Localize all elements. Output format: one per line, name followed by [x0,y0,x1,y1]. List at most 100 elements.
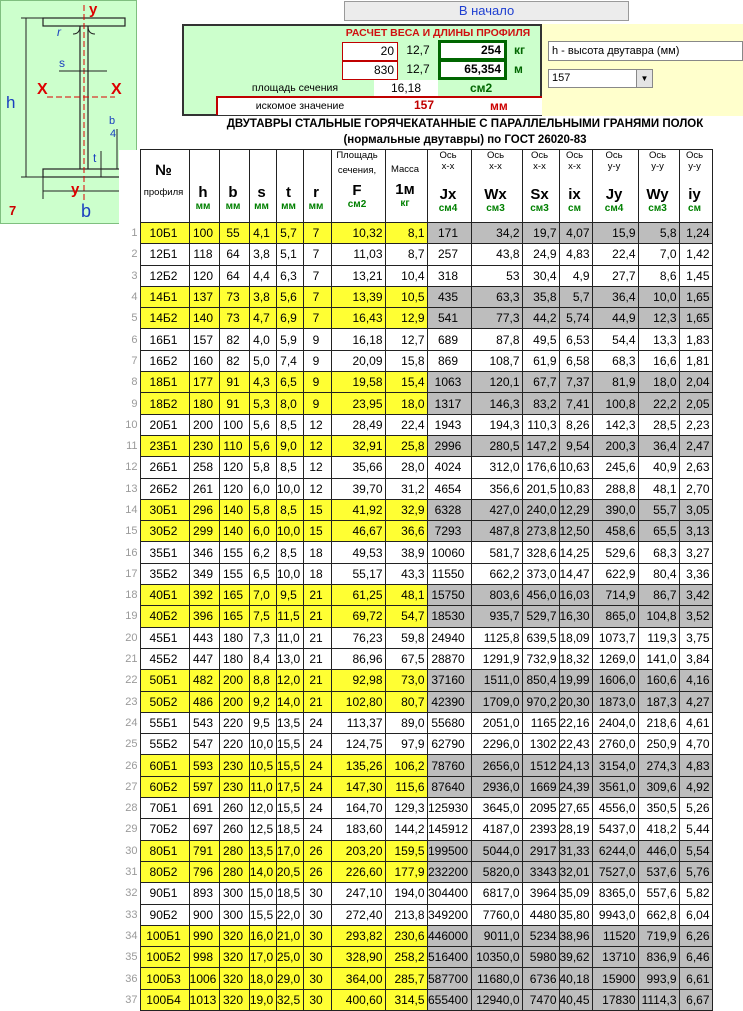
cell-jx[interactable]: 4024 [426,456,472,479]
cell-t[interactable]: 15,5 [275,754,304,777]
cell-h[interactable]: 160 [188,349,220,373]
cell-wy[interactable]: 86,7 [637,584,680,607]
cell-f[interactable]: 16,18 [330,328,386,351]
cell-s[interactable]: 4,0 [248,328,277,351]
cell-m[interactable]: 36,6 [384,520,428,543]
cell-jy[interactable]: 7527,0 [591,860,639,884]
cell-jy[interactable]: 22,4 [591,243,639,266]
cell-wx[interactable]: 87,8 [470,328,523,351]
cell-s[interactable]: 4,4 [248,264,277,287]
cell-jx[interactable]: 655400 [426,988,472,1011]
cell-f[interactable]: 49,53 [330,541,386,564]
cell-b[interactable]: 100 [218,413,250,436]
cell-ix[interactable]: 8,26 [558,413,593,436]
cell-b[interactable]: 280 [218,860,250,884]
cell-f[interactable]: 13,21 [330,264,386,287]
cell-jx[interactable]: 232200 [426,860,472,884]
cell-sx[interactable]: 147,2 [521,434,560,458]
table-row[interactable]: 28 70Б1 691 260 12,0 15,5 24 164,70 129,3 125930 3… [119,797,713,820]
cell-s[interactable]: 17,0 [248,946,277,969]
cell-b[interactable]: 64 [218,264,250,287]
cell-jx[interactable]: 6328 [426,498,472,522]
cell-jy[interactable]: 1073,7 [591,626,639,649]
cell-s[interactable]: 7,5 [248,605,277,628]
cell-wy[interactable]: 36,4 [637,434,680,458]
cell-ix[interactable]: 19,99 [558,669,593,692]
cell-iy[interactable]: 6,46 [678,946,713,969]
cell-jx[interactable]: 18530 [426,605,472,628]
cell-name[interactable]: 26Б1 [139,456,190,479]
cell-s[interactable]: 12,0 [248,797,277,820]
cell-t[interactable]: 12,0 [275,669,304,692]
cell-h[interactable]: 543 [188,711,220,735]
cell-s[interactable]: 6,0 [248,477,277,500]
cell-h[interactable]: 893 [188,882,220,905]
cell-jx[interactable]: 55680 [426,711,472,735]
cell-wy[interactable]: 836,9 [637,946,680,969]
cell-r[interactable]: 30 [302,946,332,969]
cell-name[interactable]: 60Б2 [139,775,190,799]
cell-jy[interactable]: 390,0 [591,498,639,522]
cell-m[interactable]: 32,9 [384,498,428,522]
cell-wy[interactable]: 18,0 [637,371,680,394]
cell-b[interactable]: 320 [218,924,250,948]
cell-m[interactable]: 314,5 [384,988,428,1011]
cell-iy[interactable]: 3,42 [678,584,713,607]
cell-name[interactable]: 35Б2 [139,562,190,586]
cell-b[interactable]: 180 [218,626,250,649]
cell-jx[interactable]: 541 [426,307,472,330]
cell-wx[interactable]: 9011,0 [470,924,523,948]
cell-t[interactable]: 18,5 [275,882,304,905]
cell-sx[interactable]: 176,6 [521,456,560,479]
cell-h[interactable]: 137 [188,285,220,309]
cell-jy[interactable]: 5437,0 [591,818,639,841]
cell-ix[interactable]: 35,09 [558,882,593,905]
cell-jx[interactable]: 1943 [426,413,472,436]
cell-jx[interactable]: 689 [426,328,472,351]
cell-m[interactable]: 177,9 [384,860,428,884]
cell-wy[interactable]: 7,0 [637,243,680,266]
cell-name[interactable]: 90Б1 [139,882,190,905]
cell-ix[interactable]: 40,18 [558,967,593,990]
cell-b[interactable]: 220 [218,711,250,735]
cell-wx[interactable]: 803,6 [470,584,523,607]
cell-r[interactable]: 30 [302,924,332,948]
cell-name[interactable]: 18Б2 [139,392,190,415]
table-row[interactable]: 2 12Б1 118 64 3,8 5,1 7 11,03 8,7 257 43,8 24,9 4,83… [119,243,713,266]
cell-sx[interactable]: 44,2 [521,307,560,330]
cell-b[interactable]: 165 [218,605,250,628]
cell-jx[interactable]: 11550 [426,562,472,586]
cell-h[interactable]: 258 [188,456,220,479]
cell-jy[interactable]: 2404,0 [591,711,639,735]
cell-wy[interactable]: 446,0 [637,839,680,862]
cell-m[interactable]: 15,4 [384,371,428,394]
cell-iy[interactable]: 1,65 [678,307,713,330]
cell-m[interactable]: 258,2 [384,946,428,969]
cell-f[interactable]: 135,26 [330,754,386,777]
cell-m[interactable]: 89,0 [384,711,428,735]
cell-name[interactable]: 12Б1 [139,243,190,266]
cell-wy[interactable]: 68,3 [637,541,680,564]
cell-h[interactable]: 447 [188,647,220,671]
cell-h[interactable]: 200 [188,413,220,436]
cell-ix[interactable]: 32,01 [558,860,593,884]
cell-r[interactable]: 7 [302,307,332,330]
cell-t[interactable]: 17,0 [275,839,304,862]
cell-wy[interactable]: 1114,3 [637,988,680,1011]
cell-iy[interactable]: 1,45 [678,264,713,287]
cell-jy[interactable]: 15900 [591,967,639,990]
cell-wx[interactable]: 1511,0 [470,669,523,692]
table-row[interactable]: 11 23Б1 230 110 5,6 9,0 12 32,91 25,8 2996 280,5 14… [119,434,713,458]
cell-h[interactable]: 486 [188,690,220,713]
cell-m[interactable]: 59,8 [384,626,428,649]
cell-f[interactable]: 364,00 [330,967,386,990]
cell-wy[interactable]: 104,8 [637,605,680,628]
cell-f[interactable]: 32,91 [330,434,386,458]
cell-iy[interactable]: 4,61 [678,711,713,735]
cell-m[interactable]: 8,7 [384,243,428,266]
cell-ix[interactable]: 24,13 [558,754,593,777]
cell-h[interactable]: 791 [188,839,220,862]
cell-ix[interactable]: 28,19 [558,818,593,841]
cell-name[interactable]: 16Б1 [139,328,190,351]
cell-s[interactable]: 5,3 [248,392,277,415]
